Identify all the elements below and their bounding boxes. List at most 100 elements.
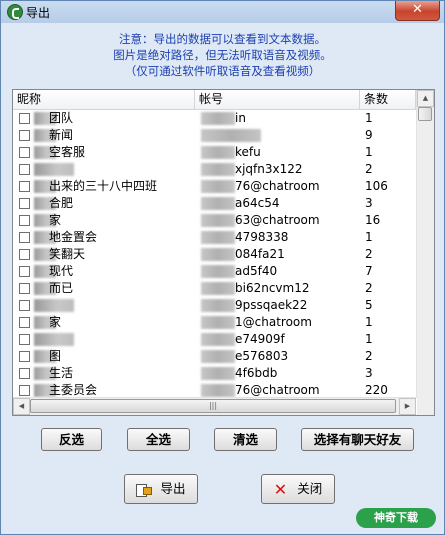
row-count: 1 bbox=[365, 145, 373, 159]
row-name: 地金置会 bbox=[49, 230, 98, 244]
row-count: 5 bbox=[365, 298, 373, 312]
red-x-icon: ✕ bbox=[273, 479, 288, 499]
row-checkbox[interactable] bbox=[19, 130, 30, 141]
list-item[interactable]: 家 63@chatroom 16 bbox=[13, 212, 416, 229]
row-checkbox[interactable] bbox=[19, 368, 30, 379]
row-count: 2 bbox=[365, 349, 373, 363]
export-button[interactable]: 导出 bbox=[124, 474, 198, 504]
scroll-right-arrow-icon[interactable]: ▶ bbox=[399, 398, 416, 415]
row-name: 而已 bbox=[49, 281, 74, 295]
row-account: e576803 bbox=[235, 349, 289, 363]
row-checkbox[interactable] bbox=[19, 300, 30, 311]
row-checkbox[interactable] bbox=[19, 351, 30, 362]
contact-list[interactable]: 昵称 帐号 条数 团队 in 1 新闻 9 空客服 kefu 1 xjqfn3x122 2 出来的三… bbox=[12, 89, 435, 416]
row-checkbox[interactable] bbox=[19, 232, 30, 243]
redacted-account-blur bbox=[201, 350, 235, 363]
select-chatted-friends-button[interactable]: 选择有聊天好友 bbox=[301, 428, 414, 451]
row-count: 9 bbox=[365, 128, 373, 142]
row-account: 4f6bdb bbox=[235, 366, 278, 380]
redacted-account-blur bbox=[201, 265, 235, 278]
row-count: 2 bbox=[365, 162, 373, 176]
window-close-button[interactable]: ✕ bbox=[395, 1, 440, 21]
redacted-account-blur bbox=[201, 248, 235, 261]
redacted-account-blur bbox=[201, 333, 235, 346]
row-account: 084fa21 bbox=[235, 247, 285, 261]
row-checkbox[interactable] bbox=[19, 283, 30, 294]
row-checkbox[interactable] bbox=[19, 198, 30, 209]
row-checkbox[interactable] bbox=[19, 113, 30, 124]
horizontal-scrollbar[interactable]: ◀ ||| ▶ bbox=[13, 397, 416, 415]
redacted-account-blur bbox=[201, 367, 235, 380]
list-item[interactable]: 团队 in 1 bbox=[13, 110, 416, 127]
scroll-left-arrow-icon[interactable]: ◀ bbox=[13, 398, 30, 415]
row-checkbox[interactable] bbox=[19, 385, 30, 396]
redacted-account-blur bbox=[201, 180, 235, 193]
row-account: 1@chatroom bbox=[235, 315, 312, 329]
select-all-button[interactable]: 全选 bbox=[127, 428, 190, 451]
vertical-scroll-thumb[interactable] bbox=[418, 107, 432, 121]
row-name: 图 bbox=[49, 349, 62, 363]
list-item[interactable]: 笑翻天 084fa21 2 bbox=[13, 246, 416, 263]
list-item[interactable]: xjqfn3x122 2 bbox=[13, 161, 416, 178]
row-name: 新闻 bbox=[49, 128, 74, 142]
column-header-name[interactable]: 昵称 bbox=[13, 90, 195, 109]
row-count: 2 bbox=[365, 281, 373, 295]
row-account bbox=[235, 127, 371, 144]
list-item[interactable]: e74909f 1 bbox=[13, 331, 416, 348]
row-account: 63@chatroom bbox=[235, 213, 320, 227]
redacted-account-blur bbox=[201, 214, 235, 227]
row-checkbox[interactable] bbox=[19, 249, 30, 260]
invert-selection-button[interactable]: 反选 bbox=[41, 428, 102, 451]
row-checkbox[interactable] bbox=[19, 266, 30, 277]
row-count: 16 bbox=[365, 213, 381, 227]
row-account: bi62ncvm12 bbox=[235, 281, 310, 295]
row-checkbox[interactable] bbox=[19, 317, 30, 328]
scroll-up-arrow-icon[interactable]: ▲ bbox=[417, 90, 434, 107]
row-checkbox[interactable] bbox=[19, 334, 30, 345]
list-item[interactable]: 而已 bi62ncvm12 2 bbox=[13, 280, 416, 297]
row-count: 1 bbox=[365, 230, 373, 244]
list-item[interactable]: 家 1@chatroom 1 bbox=[13, 314, 416, 331]
close-button[interactable]: ✕ 关闭 bbox=[261, 474, 335, 504]
row-name: 家 bbox=[49, 213, 62, 227]
list-item[interactable]: 空客服 kefu 1 bbox=[13, 144, 416, 161]
row-count: 106 bbox=[365, 179, 388, 193]
list-item[interactable]: 生活 4f6bdb 3 bbox=[13, 365, 416, 382]
export-icon bbox=[136, 483, 153, 497]
list-item[interactable]: 图 e576803 2 bbox=[13, 348, 416, 365]
row-checkbox[interactable] bbox=[19, 164, 30, 175]
list-item[interactable]: 现代 ad5f40 7 bbox=[13, 263, 416, 280]
redacted-account-blur bbox=[201, 282, 235, 295]
site-watermark: 神奇下载 bbox=[356, 508, 436, 528]
row-account: e74909f bbox=[235, 332, 285, 346]
clear-selection-button[interactable]: 清选 bbox=[214, 428, 277, 451]
notice-line-2: 图片是绝对路径，但无法听取语音及视频。 bbox=[113, 48, 332, 62]
row-count: 3 bbox=[365, 366, 373, 380]
horizontal-scroll-thumb[interactable]: ||| bbox=[30, 399, 396, 413]
row-name: 出来的三十八中四班 bbox=[49, 179, 158, 193]
vertical-scrollbar[interactable]: ▲ bbox=[416, 90, 434, 398]
row-name: 家 bbox=[49, 315, 62, 329]
redacted-account-blur bbox=[201, 146, 235, 159]
app-logo-icon bbox=[7, 4, 23, 20]
row-name: 空客服 bbox=[49, 145, 86, 159]
list-header: 昵称 帐号 条数 bbox=[13, 90, 416, 110]
row-checkbox[interactable] bbox=[19, 181, 30, 192]
redacted-account-blur bbox=[201, 163, 235, 176]
list-item[interactable]: 出来的三十八中四班 76@chatroom 106 bbox=[13, 178, 416, 195]
row-name bbox=[49, 331, 195, 348]
list-item[interactable]: 合肥 a64c54 3 bbox=[13, 195, 416, 212]
row-count: 3 bbox=[365, 196, 373, 210]
column-header-account[interactable]: 帐号 bbox=[195, 90, 360, 109]
row-checkbox[interactable] bbox=[19, 147, 30, 158]
list-item[interactable]: 地金置会 4798338 1 bbox=[13, 229, 416, 246]
row-name: 生活 bbox=[49, 366, 74, 380]
row-checkbox[interactable] bbox=[19, 215, 30, 226]
list-item[interactable]: 新闻 9 bbox=[13, 127, 416, 144]
row-count: 1 bbox=[365, 315, 373, 329]
list-item[interactable]: 9pssqaek22 5 bbox=[13, 297, 416, 314]
notice-text: 注意：导出的数据可以查看到文本数据。 图片是绝对路径，但无法听取语音及视频。 （… bbox=[1, 31, 444, 79]
redacted-account-blur bbox=[201, 112, 235, 125]
close-button-label: 关闭 bbox=[297, 481, 323, 496]
column-header-count[interactable]: 条数 bbox=[360, 90, 416, 109]
